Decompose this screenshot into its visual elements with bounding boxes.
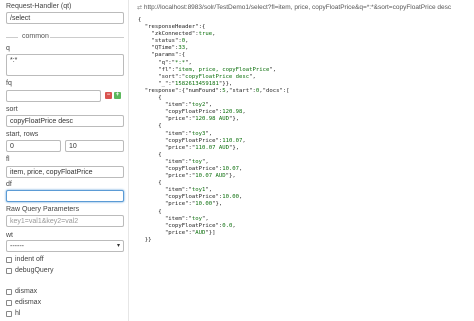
debugquery-label: debugQuery	[15, 267, 54, 274]
panel-divider	[128, 0, 129, 321]
doc-price: AUD	[195, 229, 206, 236]
hl-label: hl	[15, 310, 21, 317]
edismax-label: edismax	[15, 299, 42, 306]
handler-label: Request-Handler (qt)	[6, 3, 72, 10]
add-fq-button[interactable]: +	[114, 92, 121, 99]
debugquery-checkbox[interactable]	[6, 268, 12, 274]
fq-input[interactable]	[6, 90, 101, 102]
param-sort-value: copyFloatPrice desc	[185, 73, 250, 80]
fl-label: fl	[6, 156, 10, 163]
dismax-checkbox[interactable]	[6, 289, 12, 295]
doc-item: toy	[191, 215, 202, 222]
doc-item: toy2	[191, 102, 206, 109]
df-input[interactable]	[6, 190, 124, 202]
indent-checkbox[interactable]	[6, 257, 12, 263]
doc-copyfloatprice: 10.07	[222, 165, 240, 172]
doc-copyfloatprice: 110.07	[222, 137, 243, 144]
zk-value: true	[198, 31, 213, 38]
section-divider	[6, 37, 18, 38]
param-q-value: *:*	[175, 59, 186, 66]
start-rows-label: start, rows	[6, 131, 39, 138]
query-form-panel: Request-Handler (qt) /select common q *:…	[0, 0, 128, 321]
doc-copyfloatprice: 120.98	[222, 109, 243, 116]
param-underscore-value: 1582613459181	[175, 80, 219, 87]
sort-label: sort	[6, 106, 18, 113]
q-textarea[interactable]: *:*	[6, 54, 124, 76]
hl-checkbox[interactable]	[6, 311, 12, 317]
request-url-text: http://localhost:8983/solr/TestDemo1/sel…	[143, 4, 452, 11]
response-json: { "responseHeader":{ "zkConnected":true,…	[138, 17, 290, 243]
fq-label: fq	[6, 80, 12, 87]
doc-item: toy1	[191, 187, 206, 194]
doc-price: 120.98 AUD	[195, 116, 229, 123]
section-divider	[50, 37, 124, 38]
remove-fq-button[interactable]: −	[105, 92, 112, 99]
wt-select[interactable]: ------ ▾	[6, 240, 124, 252]
common-label: common	[22, 33, 49, 40]
common-section-header[interactable]: common	[6, 33, 124, 41]
doc-copyfloatprice: 10.00	[222, 194, 240, 201]
wt-value: ------	[10, 243, 24, 250]
handler-input[interactable]: /select	[6, 12, 124, 24]
df-label: df	[6, 181, 12, 188]
indent-label: indent off	[15, 256, 44, 263]
rows-input[interactable]: 10	[65, 140, 124, 152]
edismax-checkbox[interactable]	[6, 300, 12, 306]
param-fl-value: item, price, copyFloatPrice	[178, 66, 270, 73]
q-label: q	[6, 45, 10, 52]
dismax-label: dismax	[15, 288, 38, 295]
doc-price: 110.07 AUD	[195, 144, 229, 151]
numfound-value: 5	[222, 87, 226, 94]
doc-price: 10.07 AUD	[195, 173, 226, 180]
doc-item: toy	[191, 158, 202, 165]
raw-query-label: Raw Query Parameters	[6, 206, 80, 213]
request-url-link[interactable]: ⇄ http://localhost:8983/solr/TestDemo1/s…	[137, 4, 451, 11]
start-value: 0	[255, 87, 260, 94]
doc-price: 10.00	[195, 201, 213, 208]
start-input[interactable]: 0	[6, 140, 61, 152]
raw-query-input[interactable]: key1=val1&key2=val2	[6, 215, 124, 227]
fl-input[interactable]: item, price, copyFloatPrice	[6, 166, 124, 178]
doc-copyfloatprice: 0.0	[222, 222, 233, 229]
response-panel: ⇄ http://localhost:8983/solr/TestDemo1/s…	[130, 0, 474, 321]
wt-label: wt	[6, 232, 13, 239]
chevron-down-icon: ▾	[116, 243, 120, 249]
doc-item: toy3	[191, 130, 206, 137]
status-value: 0	[181, 38, 186, 45]
sort-input[interactable]: copyFloatPrice desc	[6, 115, 124, 127]
qtime-value: 33	[178, 45, 186, 52]
link-icon: ⇄	[137, 5, 143, 11]
